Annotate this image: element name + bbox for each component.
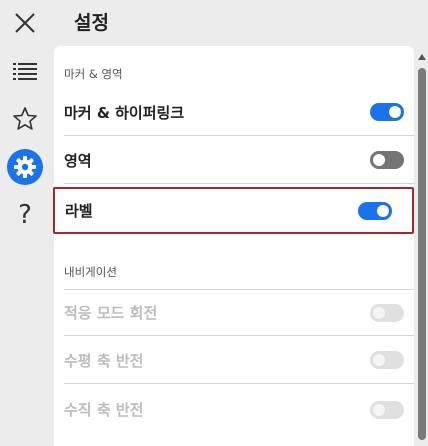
setting-row-invert-vertical[interactable]: 수직 축 반전 (64, 386, 414, 433)
close-icon (15, 13, 35, 33)
toggle-knob (373, 154, 385, 166)
toggle-knob (373, 354, 385, 366)
settings-panel: 마커 & 영역 마커 & 하이퍼링크 영역 라벨 내비게이션 적응 모드 회전 … (53, 46, 414, 446)
setting-label: 수직 축 반전 (64, 401, 144, 419)
setting-label: 수평 축 반전 (64, 351, 144, 370)
list-button[interactable] (0, 48, 50, 94)
star-icon (13, 107, 37, 130)
settings-button[interactable] (0, 144, 50, 190)
scrollbar[interactable] (416, 54, 428, 440)
setting-row-markers-hyperlinks[interactable]: 마커 & 하이퍼링크 (64, 89, 414, 136)
side-rail: ? (0, 0, 50, 440)
toggle-knob (389, 106, 401, 118)
setting-label: 라벨 (65, 202, 93, 220)
settings-active-indicator (7, 149, 43, 185)
section-heading-markers: 마커 & 영역 (64, 67, 123, 81)
gear-icon (14, 156, 36, 178)
labels-toggle[interactable] (358, 201, 392, 220)
adaptive-rotation-toggle[interactable] (370, 303, 404, 322)
setting-row-invert-horizontal[interactable]: 수평 축 반전 (64, 337, 414, 384)
close-button[interactable] (0, 0, 50, 46)
setting-row-areas[interactable]: 영역 (64, 137, 414, 184)
markers-hyperlinks-toggle[interactable] (370, 103, 404, 121)
scroll-up-arrow-icon[interactable] (418, 54, 426, 60)
help-icon: ? (18, 200, 32, 230)
toggle-knob (373, 403, 385, 416)
help-button[interactable]: ? (0, 192, 50, 238)
setting-row-labels[interactable]: 라벨 (53, 187, 414, 234)
scroll-thumb[interactable] (418, 68, 426, 440)
toggle-knob (373, 306, 385, 319)
list-icon (13, 63, 37, 80)
toggle-knob (377, 204, 389, 217)
setting-label: 마커 & 하이퍼링크 (64, 103, 185, 122)
areas-toggle[interactable] (370, 151, 404, 169)
invert-horizontal-toggle[interactable] (370, 351, 404, 369)
invert-vertical-toggle[interactable] (370, 400, 404, 419)
setting-row-adaptive-rotation[interactable]: 적응 모드 회전 (64, 289, 414, 336)
setting-label: 적응 모드 회전 (64, 304, 158, 322)
section-heading-navigation: 내비게이션 (64, 265, 117, 279)
setting-label: 영역 (64, 151, 92, 170)
favorites-button[interactable] (0, 96, 50, 142)
page-title: 설정 (74, 12, 109, 34)
